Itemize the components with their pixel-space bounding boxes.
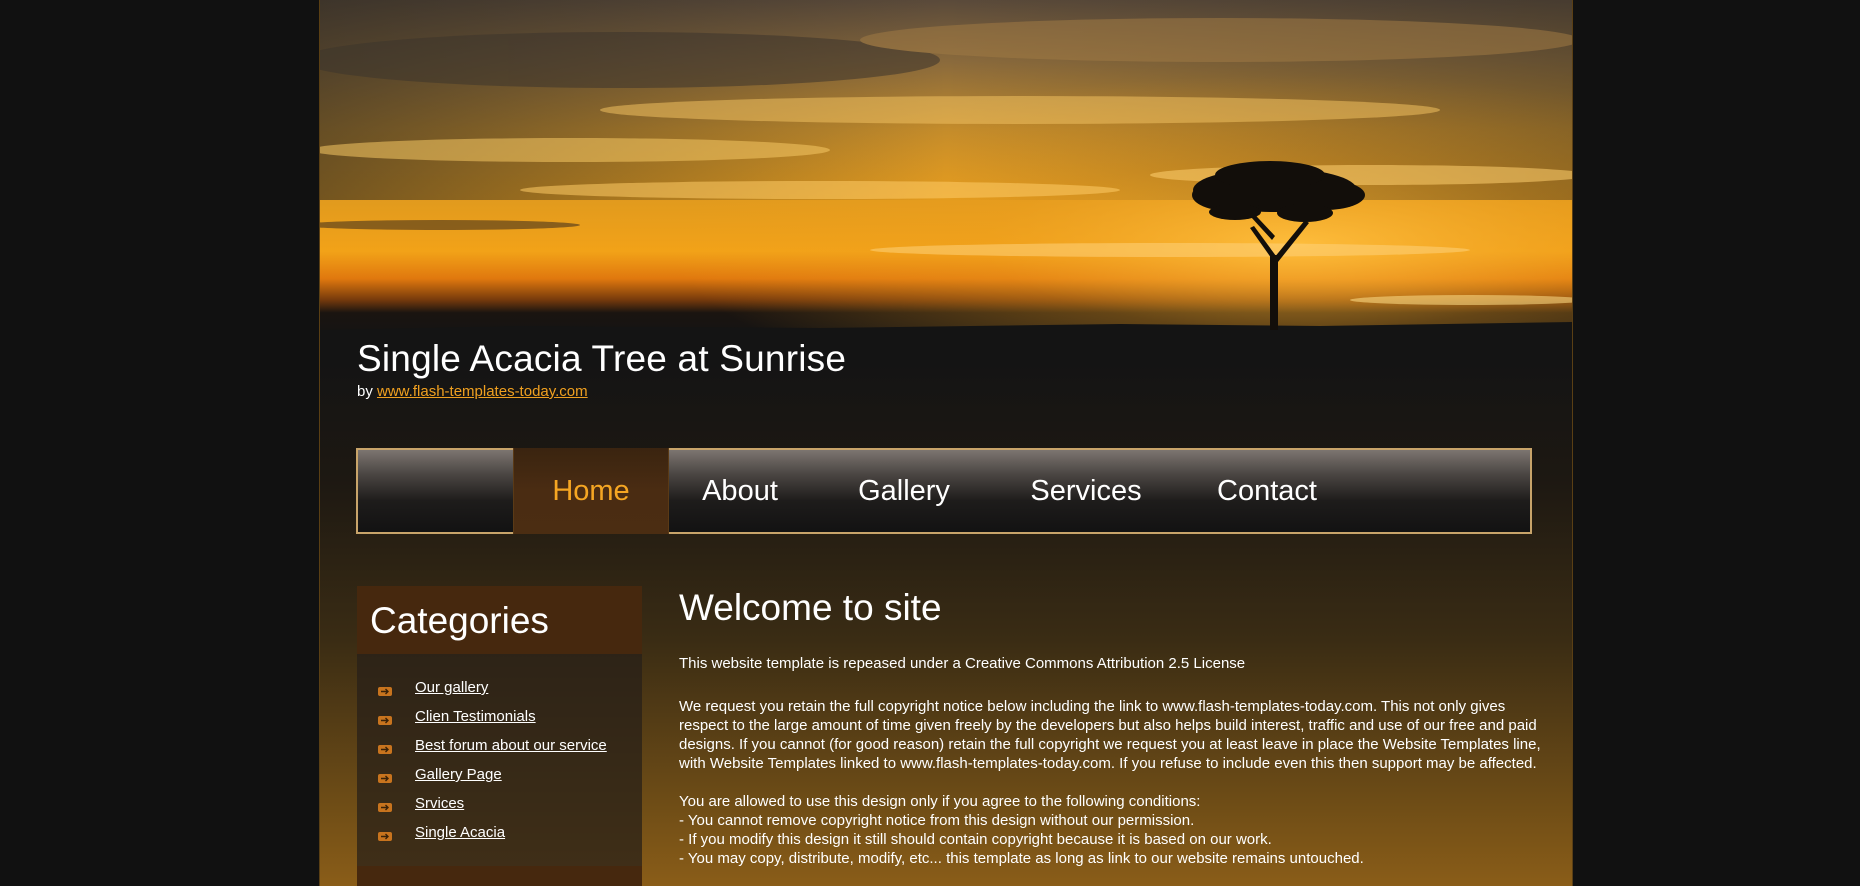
arrow-bullet-icon: [378, 799, 392, 812]
list-item: Gallery Page: [378, 760, 642, 789]
header-banner-image: [320, 0, 1572, 340]
category-link-gallery-page[interactable]: Gallery Page: [415, 766, 502, 783]
category-link-forum[interactable]: Best forum about our service: [415, 737, 607, 754]
category-link-testimonials[interactable]: Clien Testimonials: [415, 708, 536, 725]
list-item: Srvices: [378, 789, 642, 818]
list-item: Our gallery: [378, 673, 642, 702]
welcome-heading: Welcome to site: [679, 587, 942, 628]
list-item: Single Acacia: [378, 818, 642, 847]
list-item: Clien Testimonials: [378, 702, 642, 731]
list-item: Best forum about our service: [378, 731, 642, 760]
categories-sidebar: Categories Our gallery Clien Testimonial…: [357, 586, 642, 886]
main-navigation: Home About Gallery Services Contact: [356, 448, 1532, 534]
page-container: Single Acacia Tree at Sunrise by www.fla…: [319, 0, 1573, 886]
category-link-single-acacia[interactable]: Single Acacia: [415, 824, 505, 841]
main-content: Welcome to site This website template is…: [679, 580, 1549, 868]
condition-line: - You may copy, distribute, modify, etc.…: [679, 850, 1364, 867]
sidebar-next-section-header: [357, 866, 642, 886]
category-link-services[interactable]: Srvices: [415, 795, 464, 812]
arrow-bullet-icon: [378, 683, 392, 696]
category-list: Our gallery Clien Testimonials Best foru…: [357, 654, 642, 847]
category-link-our-gallery[interactable]: Our gallery: [415, 679, 488, 696]
arrow-bullet-icon: [378, 770, 392, 783]
nav-contact[interactable]: Contact: [1192, 448, 1342, 534]
byline: by www.flash-templates-today.com: [357, 383, 588, 400]
condition-line: - You cannot remove copyright notice fro…: [679, 812, 1195, 829]
arrow-bullet-icon: [378, 741, 392, 754]
nav-home[interactable]: Home: [513, 448, 669, 534]
site-title: Single Acacia Tree at Sunrise: [357, 338, 847, 379]
condition-line: - If you modify this design it still sho…: [679, 831, 1272, 848]
arrow-bullet-icon: [378, 828, 392, 841]
license-intro-text: This website template is repeased under …: [679, 655, 1246, 672]
arrow-bullet-icon: [378, 712, 392, 725]
usage-conditions: You are allowed to use this design only …: [679, 792, 1549, 868]
condition-line: You are allowed to use this design only …: [679, 793, 1201, 810]
byline-link[interactable]: www.flash-templates-today.com: [377, 383, 588, 400]
copyright-request-paragraph: We request you retain the full copyright…: [679, 698, 1541, 772]
nav-services[interactable]: Services: [1006, 448, 1166, 534]
byline-prefix: by: [357, 383, 373, 400]
nav-gallery[interactable]: Gallery: [834, 448, 974, 534]
sidebar-title: Categories: [357, 586, 642, 654]
nav-about[interactable]: About: [680, 448, 800, 534]
